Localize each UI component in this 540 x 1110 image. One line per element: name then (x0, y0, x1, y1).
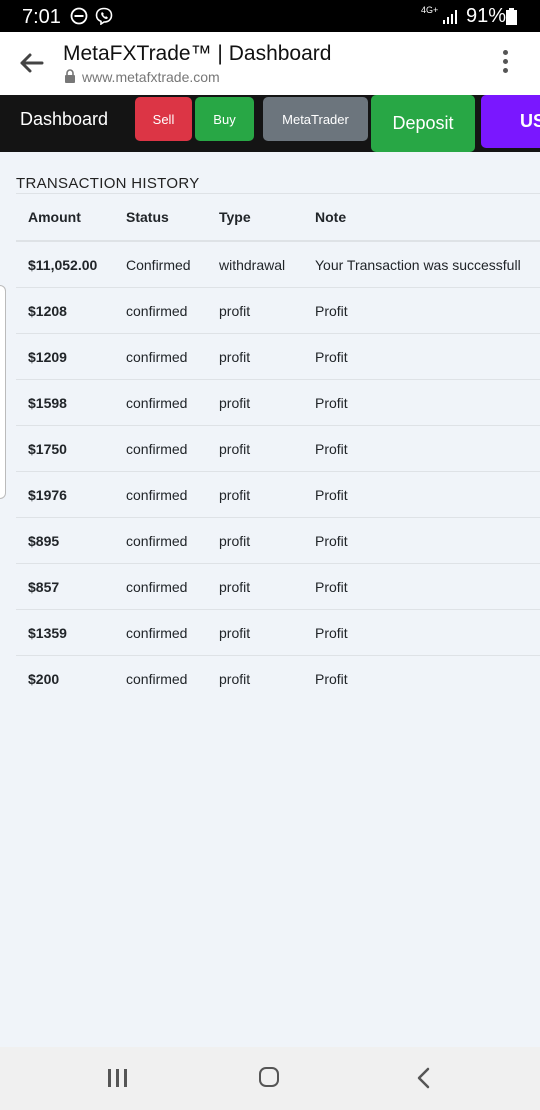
cell-type: profit (219, 563, 315, 610)
do-not-disturb-icon (70, 7, 88, 25)
table-row: $1598 confirmed profit Profit (16, 379, 540, 426)
cell-status: confirmed (126, 379, 219, 426)
usd-button[interactable]: US (481, 95, 540, 148)
recent-apps-icon[interactable] (108, 1069, 132, 1087)
cell-status: confirmed (126, 609, 219, 656)
more-options-icon[interactable] (498, 50, 512, 76)
battery-percent: 91% (466, 5, 507, 27)
cell-status: confirmed (126, 655, 219, 701)
cell-note: Profit (315, 471, 540, 518)
cell-amount: $200 (16, 655, 126, 701)
cell-note: Profit (315, 563, 540, 610)
cell-amount: $895 (16, 517, 126, 564)
cell-status: confirmed (126, 563, 219, 610)
cell-note: Profit (315, 379, 540, 426)
table-row: $11,052.00 Confirmed withdrawal Your Tra… (16, 241, 540, 288)
clock: 7:01 (22, 6, 61, 28)
table-row: $1208 confirmed profit Profit (16, 287, 540, 334)
cell-amount: $1976 (16, 471, 126, 518)
side-drawer-handle[interactable] (0, 285, 6, 499)
browser-toolbar: MetaFXTrade™ | Dashboard www.metafxtrade… (0, 32, 540, 96)
cell-type: profit (219, 517, 315, 564)
home-icon[interactable] (259, 1067, 279, 1087)
cell-status: confirmed (126, 287, 219, 334)
cell-type: withdrawal (219, 256, 286, 273)
cell-note: Profit (315, 333, 540, 380)
cell-status: confirmed (126, 425, 219, 472)
page-url[interactable]: www.metafxtrade.com (82, 69, 220, 85)
cell-type: profit (219, 609, 315, 656)
cell-amount: $11,052.00 (28, 256, 98, 273)
cell-status: confirmed (126, 333, 219, 380)
cell-type: profit (219, 333, 315, 380)
battery-icon (506, 8, 517, 25)
cell-type: profit (219, 287, 315, 334)
network-type: 4G+ (421, 5, 439, 15)
cell-status: confirmed (126, 471, 219, 518)
status-bar: 7:01 4G+ 91% (0, 0, 540, 32)
cell-status: Confirmed (126, 256, 191, 273)
column-header-status: Status (126, 193, 219, 242)
cell-note: Profit (315, 609, 540, 656)
viber-icon (95, 7, 113, 25)
back-arrow-icon[interactable] (18, 52, 44, 74)
cell-amount: $1750 (16, 425, 126, 472)
system-nav-bar (0, 1047, 540, 1110)
cell-amount: $1359 (16, 609, 126, 656)
column-header-amount: Amount (16, 193, 126, 242)
cell-note: Profit (315, 425, 540, 472)
dashboard-link[interactable]: Dashboard (20, 109, 108, 130)
table-row: $1359 confirmed profit Profit (16, 609, 540, 656)
deposit-button[interactable]: Deposit (371, 95, 475, 152)
cell-type: profit (219, 379, 315, 426)
table-header-row: Amount Status Type Note (16, 193, 540, 242)
cell-amount: $1208 (16, 287, 126, 334)
cell-type: profit (219, 425, 315, 472)
column-header-type: Type (219, 193, 315, 242)
system-back-icon[interactable] (414, 1067, 434, 1089)
cell-type: profit (219, 655, 315, 701)
lock-icon (65, 69, 75, 83)
table-row: $857 confirmed profit Profit (16, 563, 540, 610)
table-row: $1209 confirmed profit Profit (16, 333, 540, 380)
column-header-note: Note (315, 193, 540, 242)
signal-icon (443, 10, 457, 24)
site-navbar: Dashboard Sell Buy MetaTrader Deposit US (0, 95, 540, 152)
cell-amount: $1209 (16, 333, 126, 380)
sell-button[interactable]: Sell (135, 97, 192, 141)
page-title: MetaFXTrade™ | Dashboard (63, 42, 332, 65)
section-title: TRANSACTION HISTORY (16, 175, 200, 192)
cell-note: Profit (315, 517, 540, 564)
cell-note: Your Transaction was successfull (315, 256, 521, 273)
cell-status: confirmed (126, 517, 219, 564)
metatrader-button[interactable]: MetaTrader (263, 97, 368, 141)
table-row: $200 confirmed profit Profit (16, 655, 540, 701)
cell-type: profit (219, 471, 315, 518)
cell-amount: $1598 (16, 379, 126, 426)
table-row: $895 confirmed profit Profit (16, 517, 540, 564)
buy-button[interactable]: Buy (195, 97, 254, 141)
cell-amount: $857 (16, 563, 126, 610)
table-row: $1976 confirmed profit Profit (16, 471, 540, 518)
table-row: $1750 confirmed profit Profit (16, 425, 540, 472)
transaction-table: Amount Status Type Note $11,052.00 Confi… (16, 193, 540, 701)
cell-note: Profit (315, 287, 540, 334)
cell-note: Profit (315, 655, 540, 701)
